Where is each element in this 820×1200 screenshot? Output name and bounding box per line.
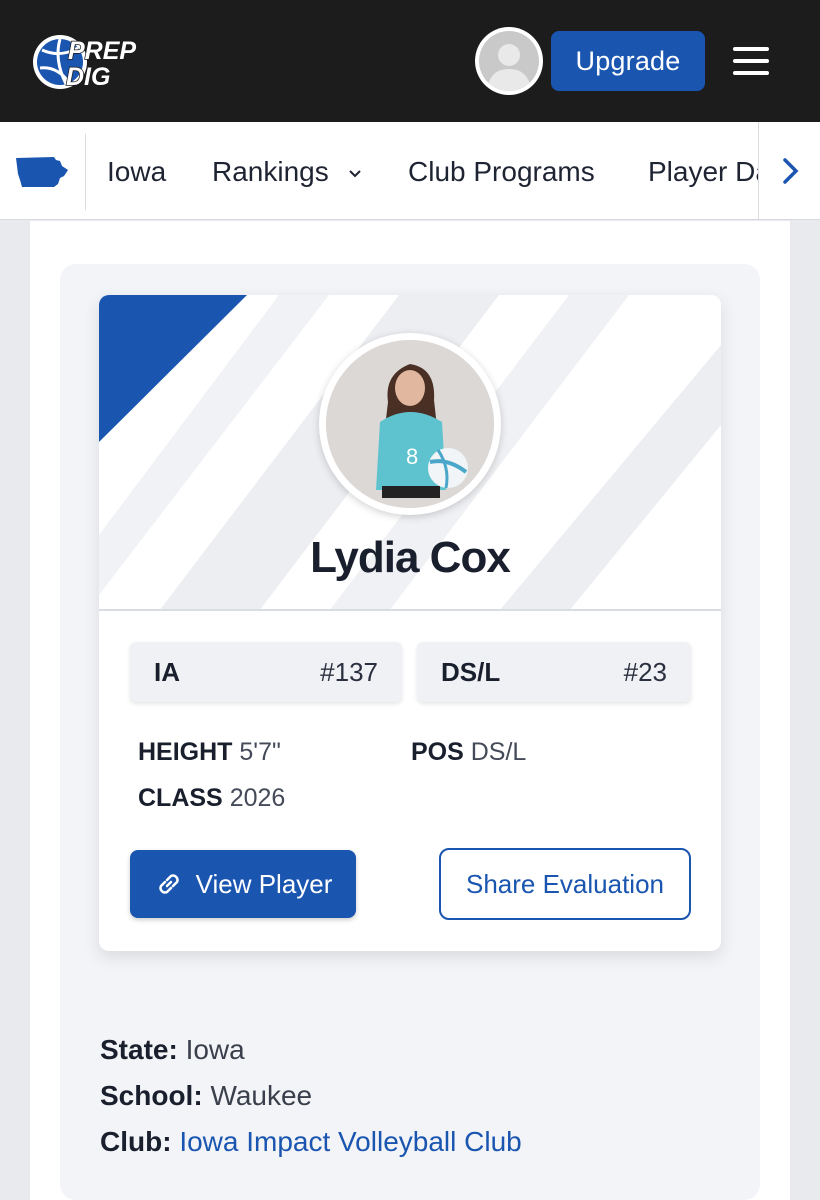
position-stat: POS DS/L xyxy=(411,738,526,767)
player-panel: 8 Lydia Cox IA #137 DS/L #23 HEIGHT 5'7"… xyxy=(60,264,760,1200)
nav-item-iowa[interactable]: Iowa xyxy=(107,152,166,192)
state-info-label: State: xyxy=(100,1034,178,1065)
prep-dig-logo[interactable]: PREP DIG xyxy=(30,30,152,92)
class-stat: CLASS 2026 xyxy=(138,784,285,813)
hamburger-menu-icon[interactable] xyxy=(733,44,769,78)
main-content: 8 Lydia Cox IA #137 DS/L #23 HEIGHT 5'7"… xyxy=(30,221,790,1200)
state-ranking-badge[interactable]: IA #137 xyxy=(130,642,402,702)
height-stat: HEIGHT 5'7" xyxy=(138,738,281,767)
view-player-button[interactable]: View Player xyxy=(130,850,356,918)
nav-item-rankings[interactable]: Rankings xyxy=(212,152,361,192)
school-info-value: Waukee xyxy=(210,1080,313,1111)
share-evaluation-button[interactable]: Share Evaluation xyxy=(439,848,691,920)
view-player-label: View Player xyxy=(195,868,333,899)
user-avatar-icon xyxy=(479,31,539,91)
class-label: CLASS xyxy=(138,784,223,812)
top-header: PREP DIG Upgrade xyxy=(0,0,820,122)
player-card-header: 8 Lydia Cox xyxy=(99,295,721,611)
state-info: State: Iowa xyxy=(100,1034,245,1066)
player-photo-frame: 8 xyxy=(319,333,501,515)
club-info-label: Club: xyxy=(100,1126,172,1157)
state-ranking-value: #137 xyxy=(320,656,378,687)
position-ranking-badge[interactable]: DS/L #23 xyxy=(417,642,691,702)
height-value: 5'7" xyxy=(239,738,281,766)
club-link[interactable]: Iowa Impact Volleyball Club xyxy=(179,1126,521,1157)
chevron-down-icon xyxy=(348,152,361,192)
chevron-right-icon[interactable] xyxy=(776,155,806,187)
nav-item-club-programs[interactable]: Club Programs xyxy=(408,152,595,192)
subnav-divider xyxy=(85,134,86,210)
user-avatar-button[interactable] xyxy=(475,27,543,95)
player-card: 8 Lydia Cox IA #137 DS/L #23 HEIGHT 5'7"… xyxy=(99,295,721,951)
nav-item-rankings-label: Rankings xyxy=(212,156,329,187)
volleyball-logo-icon: PREP DIG xyxy=(33,35,137,92)
svg-text:8: 8 xyxy=(406,444,418,469)
player-name: Lydia Cox xyxy=(310,533,511,582)
sub-navigation: Iowa Rankings Club Programs Player Da xyxy=(0,122,820,220)
card-divider xyxy=(99,609,721,611)
school-info-label: School: xyxy=(100,1080,203,1111)
state-info-value: Iowa xyxy=(185,1034,245,1065)
player-photo[interactable]: 8 xyxy=(326,340,494,508)
club-info: Club: Iowa Impact Volleyball Club xyxy=(100,1126,522,1158)
school-info: School: Waukee xyxy=(100,1080,312,1112)
position-ranking-label: DS/L xyxy=(441,656,501,687)
logo-text-dig: DIG xyxy=(66,63,110,91)
position-value: DS/L xyxy=(470,738,527,766)
class-value: 2026 xyxy=(229,784,286,812)
upgrade-button[interactable]: Upgrade xyxy=(551,31,705,91)
link-icon xyxy=(158,874,179,894)
state-ranking-label: IA xyxy=(154,656,180,687)
position-label: POS xyxy=(411,738,464,766)
position-ranking-value: #23 xyxy=(623,656,667,687)
logo-text-prep: PREP xyxy=(68,37,136,65)
nav-item-player-database[interactable]: Player Da xyxy=(648,152,771,192)
iowa-state-icon[interactable] xyxy=(14,154,70,190)
height-label: HEIGHT xyxy=(138,738,233,766)
